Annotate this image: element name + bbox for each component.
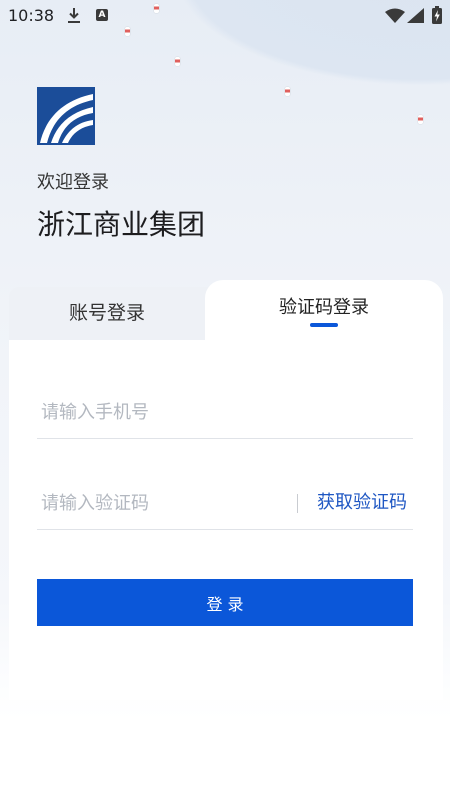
a-box-icon: A (96, 9, 108, 21)
code-field: 获取验证码 (37, 477, 413, 530)
phone-field (37, 386, 413, 439)
code-input[interactable] (37, 477, 287, 529)
login-button[interactable]: 登 录 (37, 579, 413, 626)
tab-label: 验证码登录 (279, 297, 369, 318)
active-tab-indicator (310, 323, 338, 327)
get-code-button[interactable]: 获取验证码 (317, 491, 407, 515)
marker-dot (418, 115, 423, 124)
tab-label: 账号登录 (68, 302, 145, 324)
field-divider (297, 494, 298, 513)
status-bar: 10:38 A (0, 0, 450, 32)
marker-dot (175, 57, 180, 66)
company-logo (37, 87, 95, 145)
download-icon (68, 8, 80, 23)
a-box-glyph: A (98, 10, 106, 20)
battery-charging-icon (432, 6, 442, 24)
phone-input[interactable] (37, 386, 413, 438)
status-time: 10:38 (8, 6, 55, 25)
tab-account-login[interactable]: 账号登录 (9, 287, 225, 340)
wifi-icon (385, 8, 405, 23)
signal-icon (407, 8, 424, 23)
tab-code-login[interactable]: 验证码登录 (205, 280, 443, 342)
marker-dot (285, 87, 290, 96)
company-name: 浙江商业集团 (37, 208, 206, 241)
welcome-text: 欢迎登录 (37, 172, 109, 193)
